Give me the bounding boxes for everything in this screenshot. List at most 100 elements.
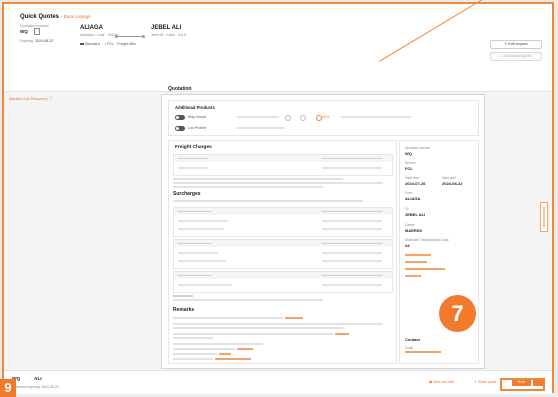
summary-quotation-number-label: Quotation number [405,146,431,150]
route-end-dot [142,34,145,38]
expiry-label: Expiring [20,39,33,43]
remark-line [173,333,333,335]
copy-icon[interactable] [34,28,40,35]
surcharge-table-2 [173,239,393,269]
freight-charges-card: Freight Charges Surcharges Remarks [168,140,397,364]
page-title: Quick Quotes [20,14,60,20]
remark-line [173,358,213,360]
remark-link[interactable] [335,333,349,335]
remarks-title: Remarks [173,307,195,313]
table-row [178,220,228,222]
summary-transit-value: 44 [405,243,410,248]
quote-header: Quick Quotes ‹ Back Listings Quotation n… [4,4,552,92]
contact-title: Contact [405,337,420,342]
market-link-recovery-link[interactable]: Market Link Recovery ⓘ [9,96,53,102]
summary-link[interactable] [405,254,431,256]
table-row [322,228,382,230]
table-header-cell [322,210,382,212]
container-chip: ▪ FCL · Freight Allin [105,42,136,46]
quotation-title: Quotation [168,86,192,92]
footer-expiry: Quotation expiring: 2024-08-22 [12,385,59,389]
lox-protect-toggle[interactable] [175,126,185,131]
quote-footer: WQ ALI Quotation expiring: 2024-08-22 ▣ … [4,370,552,394]
summary-service-value: FCL [405,166,413,171]
ship-insure-label: Ship Insure [188,115,207,119]
page-sheet: Quick Quotes ‹ Back Listings Quotation n… [4,4,552,394]
summary-valid-from-label: Valid from [405,176,420,180]
remark-line [173,343,263,345]
summary-from-value: ALIAGA [405,196,421,201]
summary-link[interactable] [405,268,445,270]
table-row [178,167,208,169]
feedback-tab[interactable] [540,202,548,232]
quotation-number: WQ [20,29,28,34]
remark-line [173,348,235,350]
summary-carrier-value: MAERSK [405,228,423,233]
summary-service-label: Service [405,161,416,165]
summary-to-label: To [405,207,409,211]
freight-table [173,154,393,176]
selected-option-value: 30% [322,115,330,119]
remark-link[interactable] [237,348,253,350]
destination-port-sub: Jebel Ali · Dubai · U.A.E. [151,33,188,37]
mode-chip: Standard [80,42,100,46]
share-quote-link[interactable]: ⇪ Share quote [474,380,496,384]
surcharge-table-1 [173,207,393,237]
table-row [178,284,232,286]
destination-port-code: JEBEL ALI [151,25,182,31]
radio-option[interactable] [300,115,306,121]
origin-port-code: ALIAGA [80,25,103,31]
page-number-badge: 9 [0,379,16,397]
option-text [237,116,279,118]
remark-link[interactable] [219,353,231,355]
summary-link[interactable] [405,275,421,277]
summary-transit-label: Estimated Transportation Days [405,238,449,242]
download-quote-button[interactable]: ⇩ Download Quote [490,52,542,61]
surcharges-title: Surcharges [173,191,201,197]
origin-port-sub: Ardbaturu · İzmir · Türkiye [80,33,119,37]
summary-carrier-label: Carrier [405,223,415,227]
paragraph-line [173,182,383,184]
table-row [322,284,382,286]
paragraph-line [173,299,323,301]
table-header-cell [178,274,212,276]
radio-option[interactable] [285,115,291,121]
quotation-document: Quotation Additional Products Ship Insur… [161,86,485,369]
remark-line [173,317,283,319]
table-header-cell [322,274,382,276]
freight-charges-title: Freight Charges [175,145,212,150]
table-header-cell [178,242,212,244]
remark-link[interactable] [215,358,251,360]
paragraph-line [173,200,363,202]
option-description [237,127,285,129]
contact-email-link[interactable] [405,351,441,353]
remark-link[interactable] [285,317,303,319]
table-row [178,228,224,230]
table-row [178,252,218,254]
table-header-cell [322,157,382,159]
summary-valid-from: 2024-07-26 [405,181,426,186]
ship-insure-toggle[interactable] [175,115,185,120]
remark-line [173,353,217,355]
ship-icon [80,43,84,45]
additional-products-card: Additional Products Ship Insure 30% Lox … [168,100,479,136]
lox-protect-label: Lox Protect [188,126,207,130]
table-row [178,260,226,262]
table-row [322,220,382,222]
remark-line [173,337,213,339]
summary-link[interactable] [405,261,427,263]
table-header-cell [178,157,208,159]
expiry-date: 2024-08-22 [35,39,54,43]
summary-valid-until-label: Valid until [442,176,456,180]
summary-from-label: From [405,191,413,195]
route-line [117,36,143,37]
back-listings-link[interactable]: ‹ Back Listings [61,14,90,19]
save-draft-link[interactable]: ▣ Save as Draft [429,380,454,384]
surcharge-table-3 [173,271,393,293]
table-row [322,167,382,169]
app-root: Quick Quotes ‹ Back Listings Quotation n… [0,0,558,397]
edit-request-button[interactable]: ✎ Edit request [490,40,542,49]
info-icon: ⓘ [48,96,53,101]
remark-line [173,323,383,325]
table-header-cell [178,210,212,212]
